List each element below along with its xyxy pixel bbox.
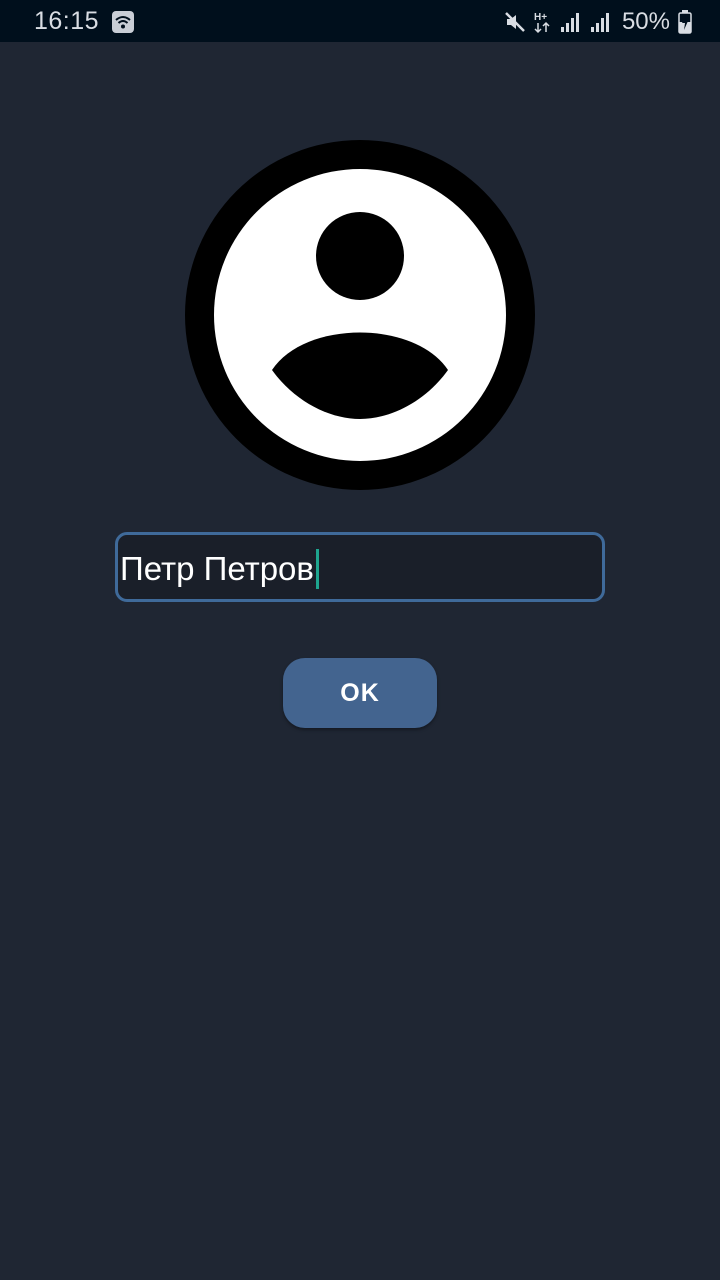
status-icons: H+ 50% bbox=[496, 6, 692, 38]
ok-button[interactable]: OK bbox=[283, 658, 437, 728]
name-input-value: Петр Петров bbox=[120, 550, 314, 587]
account-circle-icon[interactable] bbox=[185, 140, 535, 490]
battery-charging-icon bbox=[678, 10, 692, 34]
signal-icon bbox=[560, 13, 579, 32]
mute-icon bbox=[505, 12, 525, 32]
signal-icon bbox=[590, 13, 609, 32]
text-cursor bbox=[315, 549, 319, 589]
battery-percent: 50% bbox=[621, 8, 670, 35]
name-input[interactable]: Петр Петров bbox=[115, 532, 605, 602]
status-bar: 16:15 H+ 50% bbox=[0, 0, 720, 42]
wifi-calling-icon bbox=[112, 11, 134, 33]
status-time: 16:15 bbox=[34, 7, 100, 35]
h-plus-data-icon: H+ bbox=[534, 12, 550, 34]
ok-button-label: OK bbox=[340, 678, 380, 707]
svg-text:H+: H+ bbox=[534, 12, 547, 23]
